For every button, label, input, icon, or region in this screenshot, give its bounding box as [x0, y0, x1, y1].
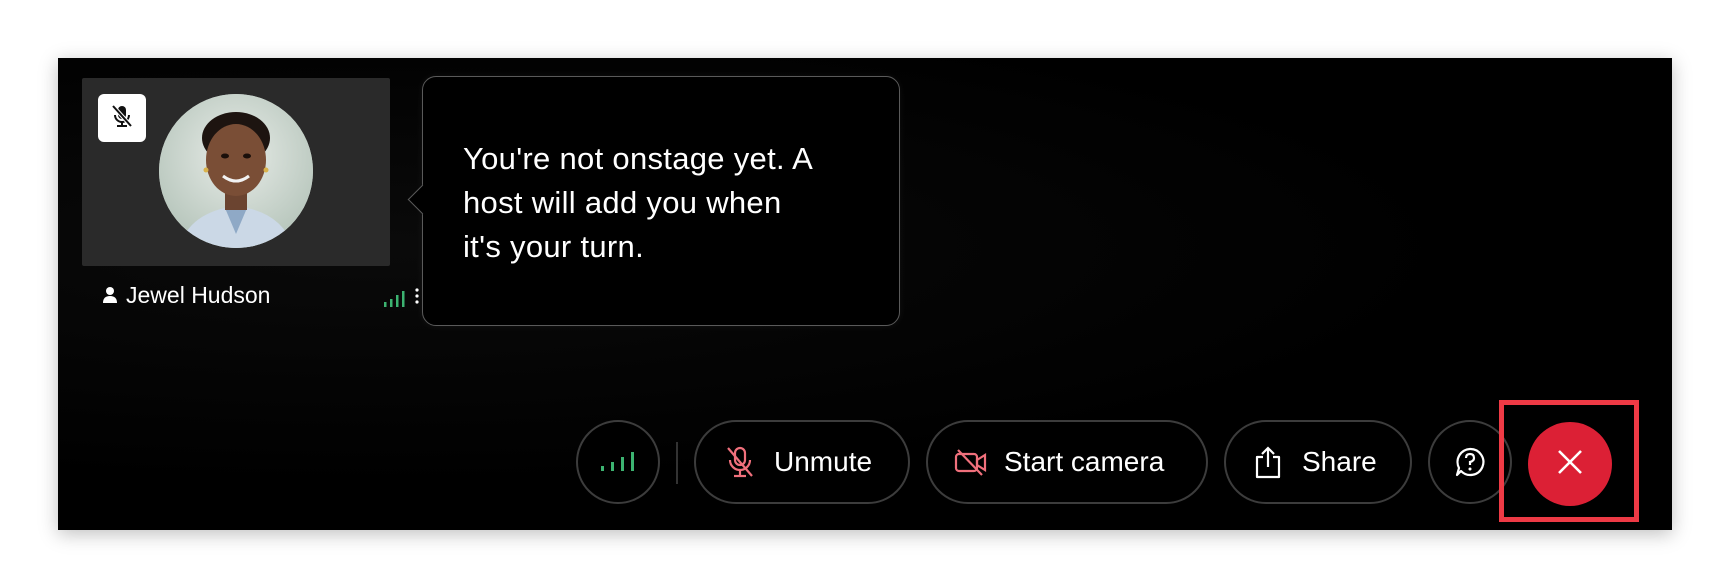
microphone-off-icon: [724, 445, 756, 479]
tooltip-line-1: You're not onstage yet. A: [463, 141, 814, 176]
network-status-button[interactable]: [576, 420, 660, 504]
tooltip-arrow: [407, 184, 438, 215]
meeting-window: Jewel Hudson You're not onstage yet. A h…: [58, 58, 1672, 530]
share-button[interactable]: Share: [1224, 420, 1412, 504]
participant-name-row: Jewel Hudson: [102, 278, 419, 312]
unmute-button[interactable]: Unmute: [694, 420, 910, 504]
person-icon: [102, 286, 118, 304]
toolbar-separator: [676, 442, 678, 484]
participant-tile[interactable]: [82, 78, 390, 266]
unmute-label: Unmute: [774, 446, 873, 477]
share-label: Share: [1302, 446, 1377, 477]
mute-badge: [98, 94, 146, 142]
tooltip-text: You're not onstage yet. A host will add …: [463, 137, 863, 269]
share-upload-icon: [1254, 445, 1282, 479]
help-question-icon: [1454, 446, 1486, 478]
avatar: [159, 94, 313, 248]
network-signal-icon: [601, 451, 635, 473]
participant-name: Jewel Hudson: [126, 281, 271, 308]
start-camera-button[interactable]: Start camera: [926, 420, 1208, 504]
signal-strength-icon: [384, 286, 406, 313]
camera-off-icon: [954, 448, 988, 476]
tooltip-line-2: host will add you when: [463, 185, 782, 220]
more-vertical-icon[interactable]: [414, 284, 420, 311]
tooltip-line-3: it's your turn.: [463, 229, 644, 264]
leave-meeting-button[interactable]: [1528, 422, 1612, 506]
close-icon: [1556, 448, 1584, 481]
onstage-tooltip: You're not onstage yet. A host will add …: [407, 76, 900, 326]
start-camera-label: Start camera: [1004, 446, 1165, 477]
microphone-muted-icon: [109, 103, 135, 134]
